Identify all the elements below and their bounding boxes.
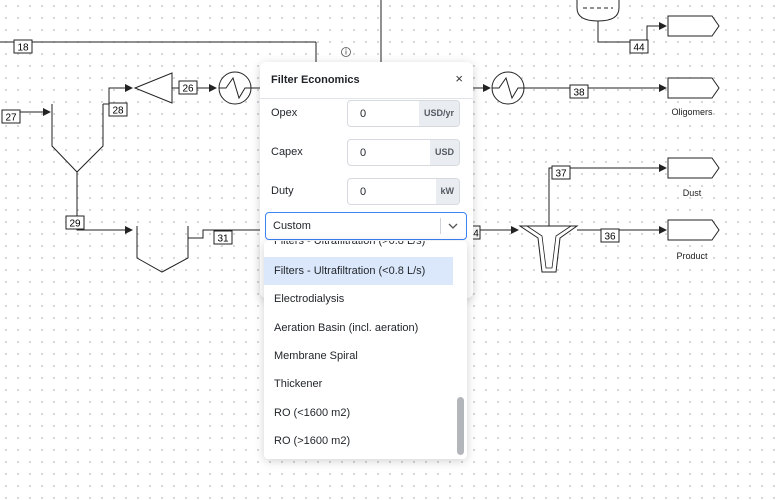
product-label-product: Product (676, 251, 708, 261)
stream-label-partial: 4 (473, 229, 479, 240)
dropdown-scroll-thumb[interactable] (457, 397, 464, 455)
filter-type-dropdown[interactable]: Filters - Ultrafiltration (>0.8 L/s) Fil… (264, 241, 467, 459)
option-ro-small[interactable]: RO (<1600 m2) (264, 399, 453, 427)
option-aeration-basin[interactable]: Aeration Basin (incl. aeration) (264, 314, 453, 342)
stream-37[interactable]: 37 (548, 164, 667, 226)
flash-vessel-unit[interactable] (576, 0, 620, 22)
option-thickener[interactable]: Thickener (264, 370, 453, 398)
opex-row: Opex 0 USD/yr (260, 100, 473, 128)
cyclone-unit[interactable] (518, 225, 579, 273)
stream-27[interactable]: 27 (1, 108, 51, 124)
stream-label-29: 29 (69, 219, 81, 230)
stream-26[interactable]: 26 (172, 80, 217, 95)
product-terminal-dust[interactable] (667, 157, 720, 179)
vessel-unit[interactable] (136, 226, 189, 273)
option-membrane-spiral[interactable]: Membrane Spiral (264, 342, 453, 370)
opex-unit: USD/yr (418, 101, 459, 126)
product-terminal-oligomers[interactable] (667, 77, 720, 99)
stream-label-31: 31 (217, 234, 229, 245)
stream-label-27: 27 (5, 113, 17, 124)
product-terminal-top[interactable] (667, 15, 720, 37)
compressor-unit[interactable] (133, 72, 173, 104)
stream-label-26: 26 (182, 84, 194, 95)
dialog-divider (260, 98, 473, 99)
opex-label: Opex (271, 107, 298, 119)
option-ultrafiltration-small[interactable]: Filters - Ultrafiltration (<0.8 L/s) (264, 257, 453, 285)
opex-value[interactable]: 0 (360, 108, 366, 120)
duty-row: Duty 0 kW (260, 178, 473, 206)
capex-row: Capex 0 USD (260, 139, 473, 167)
duty-value[interactable]: 0 (360, 186, 366, 198)
stream-inlet-cyclone[interactable]: 4 (467, 225, 519, 240)
chevron-down-icon[interactable] (446, 219, 460, 233)
capex-unit: USD (429, 140, 459, 165)
stream-label-18: 18 (17, 43, 29, 54)
stream-label-28: 28 (112, 106, 124, 117)
filter-type-select[interactable]: Custom (265, 212, 467, 240)
close-icon[interactable]: × (455, 71, 463, 86)
stream-label-38: 38 (573, 88, 585, 99)
dialog-title: Filter Economics (271, 74, 360, 86)
select-divider (440, 218, 441, 234)
select-value[interactable]: Custom (273, 220, 311, 232)
info-icon[interactable] (341, 47, 351, 57)
stream-36[interactable]: 36 (577, 226, 667, 243)
product-label-oligomers: Oligomers (671, 107, 713, 117)
capex-input[interactable]: 0 USD (347, 139, 460, 166)
stream-18[interactable]: 18 (0, 39, 317, 62)
option-electrodialysis[interactable]: Electrodialysis (264, 285, 453, 313)
stream-29[interactable]: 29 (65, 214, 133, 234)
capex-value[interactable]: 0 (360, 147, 366, 159)
option-ultrafiltration-large[interactable]: Filters - Ultrafiltration (>0.8 L/s) (264, 241, 453, 255)
stream-31[interactable]: 31 (188, 229, 262, 245)
opex-input[interactable]: 0 USD/yr (347, 100, 460, 127)
stream-label-44: 44 (633, 43, 645, 54)
stream-44[interactable]: 44 (597, 21, 667, 54)
product-label-dust: Dust (683, 188, 702, 198)
stream-label-37: 37 (555, 169, 567, 180)
heat-exchanger-left[interactable] (218, 71, 252, 105)
duty-input[interactable]: 0 kW (347, 178, 460, 205)
duty-label: Duty (271, 185, 294, 197)
heat-exchanger-right[interactable] (473, 71, 525, 105)
stream-28[interactable]: 28 (103, 84, 133, 117)
product-terminal-product[interactable] (667, 219, 720, 241)
mixer-unit[interactable] (51, 104, 104, 214)
duty-unit: kW (435, 179, 459, 204)
option-ro-large[interactable]: RO (>1600 m2) (264, 427, 453, 455)
stream-label-36: 36 (604, 232, 616, 243)
capex-label: Capex (271, 146, 303, 158)
stream-38[interactable]: 38 (524, 84, 667, 99)
